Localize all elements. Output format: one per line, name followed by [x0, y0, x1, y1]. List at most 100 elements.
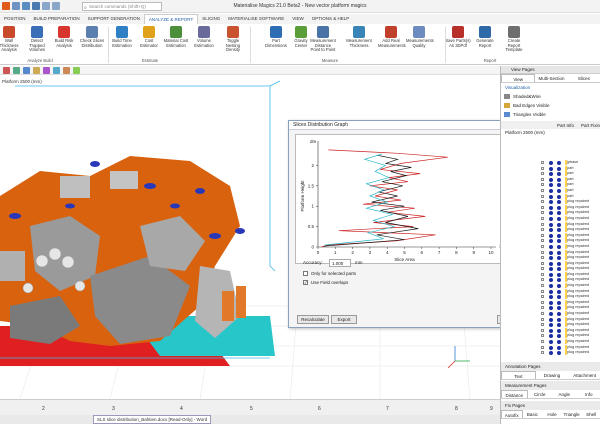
ribbon-button-measurement-distance-point-to-point[interactable]: Measurement Distance Point to Point — [310, 26, 336, 53]
part-checkbox[interactable] — [541, 211, 544, 215]
tab-build-preparation[interactable]: BUILD PREPARATION — [30, 14, 84, 24]
view-tool-icon[interactable] — [13, 67, 20, 74]
measurement-pages-header[interactable]: Measurement Pages — [501, 381, 600, 390]
part-checkbox[interactable] — [541, 194, 544, 198]
part-checkbox[interactable] — [541, 233, 544, 237]
fixtabs-triangle[interactable]: Triangle — [562, 410, 582, 418]
part-checkbox[interactable] — [541, 177, 544, 181]
annottabs-drawing[interactable]: Drawing — [536, 371, 569, 379]
part-checkbox[interactable] — [541, 256, 544, 260]
view-tool-icon[interactable] — [43, 67, 50, 74]
annottabs-attachment[interactable]: Attachment — [568, 371, 600, 379]
tab-view[interactable]: VIEW — [288, 14, 308, 24]
redo-icon[interactable] — [52, 2, 60, 10]
part-checkbox[interactable] — [541, 250, 544, 254]
view-tool-icon[interactable] — [23, 67, 30, 74]
fixtabs-shell[interactable]: Shell — [581, 410, 600, 418]
taskbar-document-button[interactable]: SLS slice distribution_Bahtien.docx [Rea… — [93, 415, 212, 424]
part-checkbox[interactable] — [541, 222, 544, 226]
platform-row[interactable]: Platform 2500 (mm) — [501, 129, 600, 136]
ribbon-button-save-parts-s-as-3dpdf[interactable]: Save Parts(s) As 3DPdf — [445, 26, 471, 48]
annottabs-text[interactable]: Text — [501, 371, 536, 379]
ribbon-button-toggle-nesting-density[interactable]: Toggle Nesting Density — [220, 26, 246, 53]
part-checkbox[interactable] — [541, 295, 544, 299]
part-checkbox[interactable] — [541, 188, 544, 192]
part-checkbox[interactable] — [541, 284, 544, 288]
annotation-pages-header[interactable]: Annotation Pages — [501, 362, 600, 371]
meastabs-distance[interactable]: Distance — [501, 390, 528, 398]
part-checkbox[interactable] — [541, 300, 544, 304]
recalculate-button[interactable]: Recalculate — [297, 315, 329, 324]
fixtabs-hole[interactable]: Hole — [542, 410, 562, 418]
ribbon-button-build-time-estimation[interactable]: Build Time Estimation — [109, 26, 135, 48]
ribbon-button-volume-estimation[interactable]: Volume Estimation — [191, 26, 217, 48]
ribbon-button-create-report-template[interactable]: Create Report Template — [501, 26, 527, 53]
part-checkbox[interactable] — [541, 278, 544, 282]
ribbon-button-check-slices-distribution[interactable]: Check Slices Distribution — [79, 26, 105, 48]
shading-dropdown[interactable]: Shaded&Wire — [501, 92, 600, 101]
part-checkbox[interactable] — [541, 172, 544, 176]
open-icon[interactable] — [22, 2, 30, 10]
part-checkbox[interactable] — [541, 161, 544, 164]
only-selected-checkbox[interactable] — [303, 271, 308, 276]
part-fixing-column[interactable]: Part Fixing — [581, 121, 600, 129]
part-checkbox[interactable] — [541, 267, 544, 271]
part-info-column[interactable]: Part Info — [557, 121, 574, 129]
ribbon-button-build-risk-analysis[interactable]: Build Risk Analysis — [51, 26, 77, 48]
export-button[interactable]: Export — [331, 315, 357, 324]
tab-materialise-software[interactable]: MATERIALISE SOFTWARE — [224, 14, 288, 24]
ribbon-button-measurement-thickness[interactable]: Measurement Thickness — [346, 26, 372, 48]
part-checkbox[interactable] — [541, 239, 544, 243]
command-search-input[interactable]: ⌕ Search commands (Shift+Q) — [82, 2, 162, 11]
subtabs-slices[interactable]: Slices — [568, 74, 600, 82]
ribbon-button-part-dimensions[interactable]: Part Dimensions — [263, 26, 289, 48]
part-checkbox[interactable] — [541, 272, 544, 276]
ribbon-button-add-real-measurements[interactable]: Add Real Measurements — [378, 26, 406, 48]
meastabs-angle[interactable]: Angle — [552, 390, 577, 398]
part-checkbox[interactable] — [541, 323, 544, 327]
fixtabs-basic[interactable]: Basic — [523, 410, 543, 418]
part-checkbox[interactable] — [541, 317, 544, 321]
ribbon-button-generate-report[interactable]: Generate Report — [472, 26, 498, 48]
ribbon-button-wall-thickness-analysis[interactable]: Wall Thickness Analysis — [0, 26, 22, 53]
subtabs-view[interactable]: View — [501, 74, 536, 82]
fix-pages-header[interactable]: Fix Pages — [501, 401, 600, 410]
view-tool-icon[interactable] — [3, 67, 10, 74]
part-checkbox[interactable] — [541, 228, 544, 232]
part-checkbox[interactable] — [541, 340, 544, 343]
view-tool-icon[interactable] — [73, 67, 80, 74]
table-row[interactable]: plug repaired — [501, 350, 600, 356]
view-tool-icon[interactable] — [53, 67, 60, 74]
meastabs-circle[interactable]: Circle — [528, 390, 553, 398]
part-checkbox[interactable] — [541, 244, 544, 248]
part-checkbox[interactable] — [541, 216, 544, 220]
part-checkbox[interactable] — [541, 205, 544, 209]
subtabs-multi-section[interactable]: Multi-Section — [535, 74, 567, 82]
tab-analyze-report[interactable]: ANALYZE & REPORT — [143, 14, 199, 24]
view-pages-header[interactable]: View Pages — [501, 66, 600, 74]
save-icon[interactable] — [32, 2, 40, 10]
part-checkbox[interactable] — [541, 200, 544, 204]
tab-position[interactable]: POSITION — [0, 14, 30, 24]
part-checkbox[interactable] — [541, 261, 544, 265]
ribbon-button-cost-estimator[interactable]: Cost Estimator — [136, 26, 162, 48]
ribbon-button-measurements-quality[interactable]: Measurements Quality — [406, 26, 434, 48]
tab-support-generation[interactable]: SUPPORT GENERATION — [84, 14, 144, 24]
tab-options-help[interactable]: OPTIONS & HELP — [308, 14, 354, 24]
ribbon-button-detect-trapped-volumes[interactable]: Detect Trapped Volumes — [24, 26, 50, 53]
fixtabs-autofix[interactable]: Autofix — [501, 410, 523, 418]
part-checkbox[interactable] — [541, 334, 544, 338]
part-checkbox[interactable] — [541, 289, 544, 293]
part-checkbox[interactable] — [541, 306, 544, 310]
part-checkbox[interactable] — [541, 328, 544, 332]
meastabs-info[interactable]: Info — [577, 390, 600, 398]
view-tool-icon[interactable] — [63, 67, 70, 74]
undo-icon[interactable] — [42, 2, 50, 10]
view-tool-icon[interactable] — [33, 67, 40, 74]
use-field-checkbox[interactable]: ✓ — [303, 280, 308, 285]
tab-slicing[interactable]: SLICING — [198, 14, 224, 24]
part-checkbox[interactable] — [541, 166, 544, 170]
part-checkbox[interactable] — [541, 351, 544, 355]
app-logo-icon[interactable] — [2, 2, 10, 10]
triangles-toggle[interactable]: Triangles Visible — [501, 110, 600, 119]
